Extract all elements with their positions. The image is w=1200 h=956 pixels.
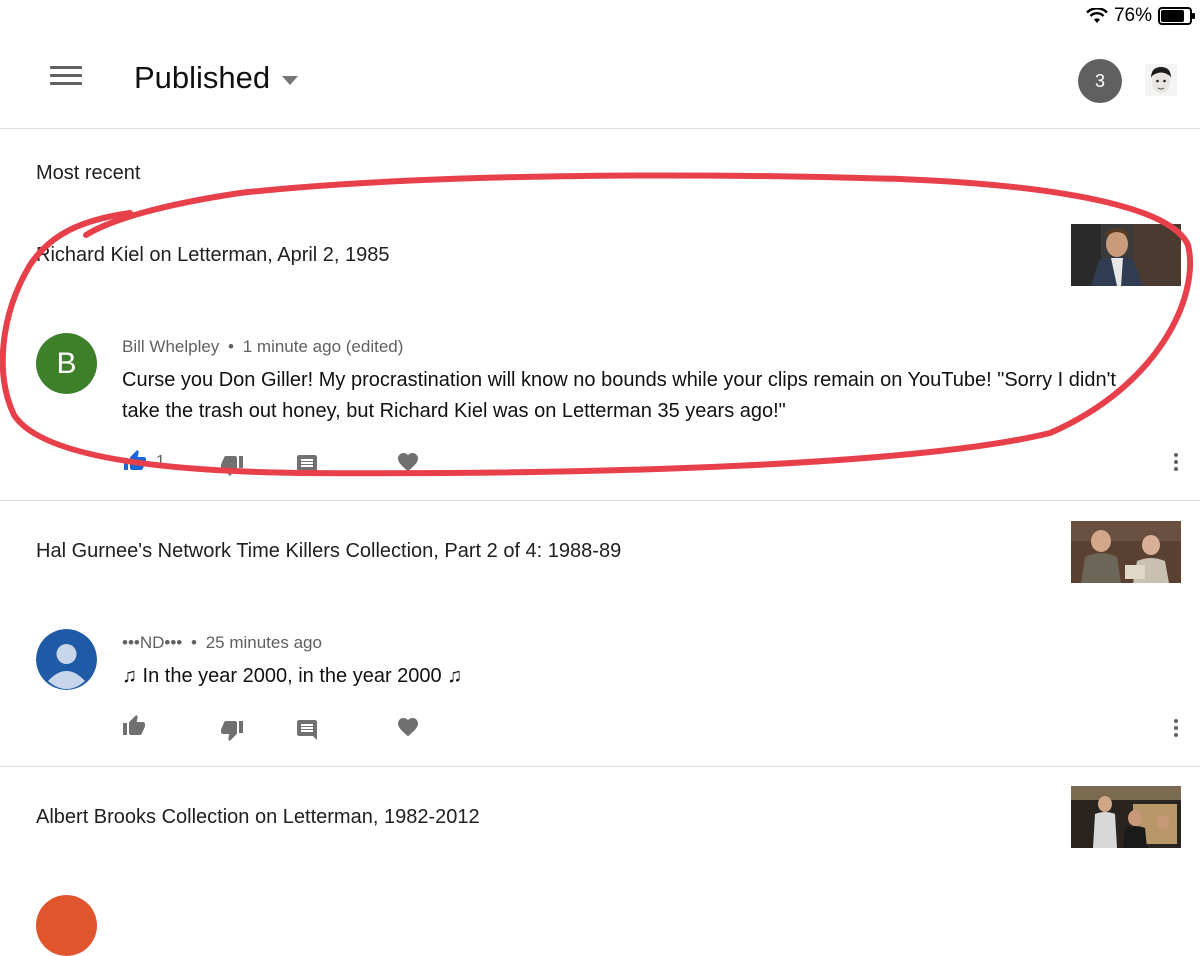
comment-meta: Bill Whelpley • 1 minute ago (edited) [122,337,403,357]
more-options-icon[interactable] [1170,450,1182,480]
battery-percent: 76% [1113,5,1152,26]
comment-text: Curse you Don Giller! My procrastination… [122,369,1116,422]
comment-time: 1 minute ago (edited) [242,337,404,356]
commenter-avatar[interactable]: B [36,333,97,394]
page-title: Published [134,60,271,95]
status-bar: 76% [0,0,1200,32]
comment-actions: 1 [122,449,442,479]
battery-icon [1158,7,1195,25]
dislike-icon[interactable] [220,453,244,477]
section-label: Most recent [36,162,141,184]
annotation-circle [0,172,1194,477]
avatar-letter: B [56,346,77,380]
comment-actions [122,714,442,744]
status-indicators: 76% [1086,5,1195,27]
comment-meta: •••ND••• • 25 minutes ago [122,633,322,653]
status-filter-dropdown[interactable]: Published [134,60,299,96]
notification-badge[interactable]: 3 [1078,59,1122,103]
like-count: 1 [156,453,165,470]
notification-count: 3 [1094,70,1105,91]
video-title[interactable]: Hal Gurnee's Network Time Killers Collec… [36,540,621,563]
divider [0,500,1200,501]
top-app-bar: Published 3 [0,32,1200,129]
divider [0,766,1200,767]
commenter-avatar[interactable] [36,629,97,690]
dropdown-caret-icon [282,75,299,85]
meta-separator: • [191,633,197,652]
like-icon[interactable] [122,449,148,473]
reply-icon[interactable] [295,718,319,742]
more-options-icon[interactable] [1170,716,1182,746]
comment-author[interactable]: •••ND••• [122,633,182,652]
heart-icon[interactable] [396,450,420,474]
comment-text: ♫ In the year 2000, in the year 2000 ♫ [122,665,463,687]
video-title[interactable]: Richard Kiel on Letterman, April 2, 1985 [36,244,390,267]
meta-separator: • [228,337,234,356]
video-thumbnail[interactable] [1071,786,1181,848]
video-title[interactable]: Albert Brooks Collection on Letterman, 1… [36,806,480,829]
account-avatar[interactable] [1145,64,1177,96]
heart-icon[interactable] [396,715,420,739]
commenter-avatar[interactable] [36,895,97,956]
like-icon[interactable] [122,714,146,738]
comment-time: 25 minutes ago [205,633,322,652]
menu-button[interactable] [50,66,82,90]
wifi-icon [1086,8,1108,23]
comment-author[interactable]: Bill Whelpley [122,337,219,356]
video-thumbnail[interactable] [1071,521,1181,583]
video-thumbnail[interactable] [1071,224,1181,286]
reply-icon[interactable] [295,453,319,477]
dislike-icon[interactable] [220,718,244,742]
